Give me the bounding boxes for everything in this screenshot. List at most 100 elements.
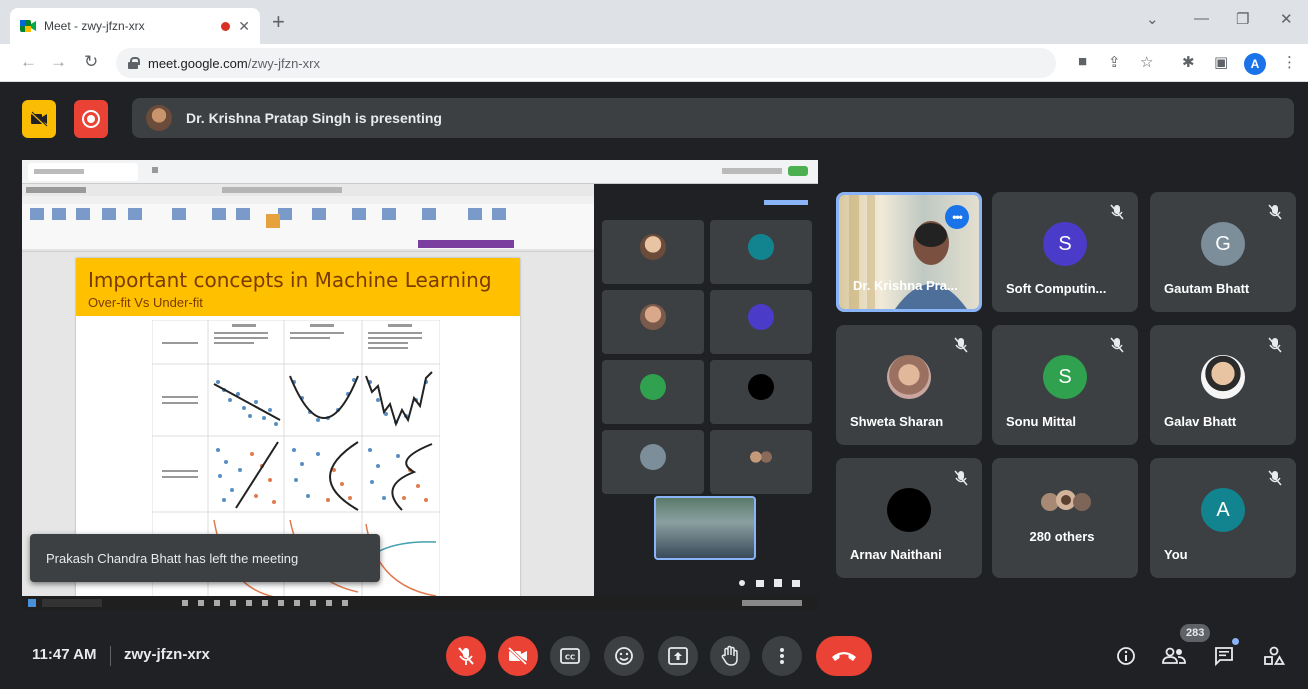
presenter-avatar <box>146 105 172 131</box>
shared-grid-tile <box>602 220 704 284</box>
more-options-button[interactable] <box>762 636 802 676</box>
participant-name: Shweta Sharan <box>850 414 944 429</box>
new-tab-icon[interactable]: + <box>272 11 285 33</box>
camera-toggle-button[interactable] <box>498 636 538 676</box>
mic-off-icon <box>1268 470 1282 486</box>
presenting-banner: Dr. Krishna Pratap Singh is presenting <box>132 98 1294 138</box>
shared-grid-avatar <box>748 234 774 260</box>
participant-tile-self[interactable]: A You <box>1150 458 1296 578</box>
browser-tab-strip: Meet - zwy-jfzn-xrx ✕ + ⌄ — ❐ ✕ <box>0 0 1308 44</box>
participant-tile[interactable]: S Sonu Mittal <box>992 325 1138 445</box>
back-icon[interactable]: ← <box>20 52 37 72</box>
participant-tile-presenter[interactable]: ••• Dr. Krishna Pra... <box>836 192 982 312</box>
participant-tile[interactable]: Shweta Sharan <box>836 325 982 445</box>
closed-captions-icon: CC <box>560 648 580 664</box>
reactions-button[interactable] <box>604 636 644 676</box>
activities-button[interactable] <box>1262 644 1286 668</box>
more-vert-icon <box>780 648 784 664</box>
bookmark-star-icon[interactable]: ☆ <box>1140 53 1153 71</box>
ribbon-graphic <box>22 184 594 251</box>
shared-grid-tile <box>602 290 704 354</box>
participant-count-badge: 283 <box>1180 624 1211 642</box>
shared-grid-avatar <box>748 374 774 400</box>
participant-avatar: G <box>1201 222 1245 266</box>
participant-photo <box>887 488 931 532</box>
presenting-text: Dr. Krishna Pratap Singh is presenting <box>186 110 442 126</box>
shared-chrome-graphic <box>28 163 808 181</box>
left-meeting-toast: Prakash Chandra Bhatt has left the meeti… <box>30 534 380 582</box>
shared-grid-tile <box>710 290 812 354</box>
participant-photo <box>887 355 931 399</box>
video-off-icon <box>30 111 48 127</box>
chat-button[interactable] <box>1212 644 1236 668</box>
present-screen-icon <box>668 647 688 665</box>
browser-menu-icon[interactable]: ⋮ <box>1282 53 1297 71</box>
present-now-button[interactable] <box>658 636 698 676</box>
recording-button[interactable] <box>74 100 108 138</box>
profile-avatar[interactable]: A <box>1244 53 1266 75</box>
captions-button[interactable]: CC <box>550 636 590 676</box>
meeting-details-button[interactable] <box>1114 644 1138 668</box>
shared-grid-controls <box>736 576 812 588</box>
close-window-icon[interactable]: ✕ <box>1280 10 1293 28</box>
leave-call-button[interactable] <box>816 636 872 676</box>
reload-icon[interactable]: ↻ <box>84 52 98 72</box>
shared-grid-avatar <box>640 444 666 470</box>
minimize-icon[interactable]: — <box>1194 10 1209 27</box>
shared-grid-tile <box>710 430 812 494</box>
mic-off-icon <box>954 470 968 486</box>
google-meet-icon <box>20 19 36 33</box>
microphone-toggle-button[interactable] <box>446 636 486 676</box>
pdf-ribbon <box>22 184 594 252</box>
tab-search-icon[interactable]: ⌄ <box>1146 10 1159 28</box>
participant-tile[interactable]: S Soft Computin... <box>992 192 1138 312</box>
share-icon[interactable]: ⇪ <box>1108 53 1121 71</box>
others-count-label: 280 others <box>1029 529 1095 544</box>
participant-tile[interactable]: Galav Bhatt <box>1150 325 1296 445</box>
participant-name: Arnav Naithani <box>850 547 942 562</box>
lock-icon <box>128 57 140 69</box>
hand-icon <box>721 645 738 666</box>
shared-self-view <box>654 496 756 560</box>
address-bar[interactable]: meet.google.com/zwy-jfzn-xrx <box>116 48 1056 78</box>
participant-tile-others[interactable]: 280 others <box>992 458 1138 578</box>
close-tab-icon[interactable]: ✕ <box>238 18 250 35</box>
participant-avatar: A <box>1201 488 1245 532</box>
shared-taskbar <box>22 596 818 610</box>
side-panel-icon[interactable]: ▣ <box>1214 53 1228 71</box>
shared-grid-avatar <box>748 304 774 330</box>
more-options-icon[interactable]: ••• <box>945 205 969 229</box>
video-off-icon <box>508 647 528 665</box>
extensions-icon[interactable]: ✱ <box>1182 53 1195 71</box>
participant-name: Galav Bhatt <box>1164 414 1237 429</box>
mic-off-icon <box>458 647 474 665</box>
shared-browser-chrome <box>22 160 818 184</box>
shared-grid-photo <box>640 234 666 260</box>
people-button[interactable] <box>1162 644 1186 668</box>
chat-unread-dot <box>1232 638 1239 645</box>
camera-in-use-icon[interactable]: ■ <box>1078 53 1087 70</box>
others-avatars-group <box>1038 488 1094 516</box>
recording-dot-icon <box>221 21 231 31</box>
mic-off-icon <box>1110 204 1124 220</box>
participant-tile[interactable]: G Gautam Bhatt <box>1150 192 1296 312</box>
chat-icon <box>1215 647 1233 666</box>
emoji-icon <box>615 647 633 665</box>
participant-avatar: S <box>1043 222 1087 266</box>
tab-title: Meet - zwy-jfzn-xrx <box>44 19 145 33</box>
mic-off-icon <box>1110 337 1124 353</box>
shared-grid-group <box>748 444 774 470</box>
participant-photo <box>1201 355 1245 399</box>
activities-shapes-icon <box>1264 646 1285 665</box>
raise-hand-button[interactable] <box>710 636 750 676</box>
shared-meet-grid <box>594 184 818 596</box>
browser-tab-meet[interactable]: Meet - zwy-jfzn-xrx ✕ <box>10 8 260 44</box>
participant-tile[interactable]: Arnav Naithani <box>836 458 982 578</box>
participant-name: Sonu Mittal <box>1006 414 1077 429</box>
camera-off-indicator-button[interactable] <box>22 100 56 138</box>
shared-grid-tile <box>710 360 812 424</box>
restore-icon[interactable]: ❐ <box>1236 10 1249 28</box>
hang-up-icon <box>832 652 856 661</box>
meeting-clock: 11:47 AM <box>32 646 97 663</box>
forward-icon[interactable]: → <box>50 52 67 72</box>
